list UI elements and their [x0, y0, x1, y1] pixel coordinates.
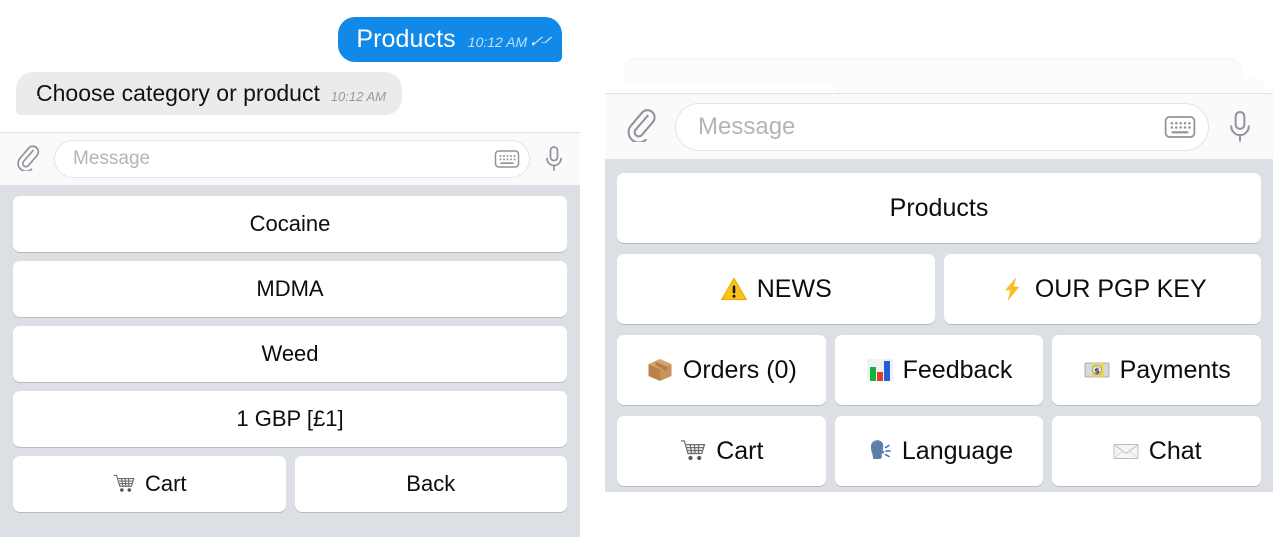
left-message-list: Products 10:12 AM✓✓ Choose category or p…	[0, 0, 580, 132]
envelope-emoji	[1112, 437, 1140, 465]
button-label: MDMA	[256, 276, 324, 301]
message-text: Choose category or product	[36, 80, 320, 106]
keyboard-button-back[interactable]: Back	[294, 456, 567, 512]
message-text: Products	[356, 25, 456, 53]
keyboard-row: Cart Back	[13, 456, 567, 512]
banknote-emoji: $	[1083, 356, 1111, 384]
warning-emoji	[720, 275, 748, 303]
keyboard-row: Products	[617, 173, 1261, 243]
button-label: Payments	[1119, 355, 1231, 384]
keyboard-button-cart[interactable]: Cart	[617, 416, 826, 486]
keyboard-button-feedback[interactable]: Feedback	[834, 335, 1044, 405]
right-message-input-bar: Message	[605, 93, 1273, 160]
message-timestamp: 10:12 AM	[330, 89, 386, 104]
keyboard-button-price[interactable]: 1 GBP [£1]	[13, 391, 567, 447]
button-label: Feedback	[902, 355, 1013, 384]
microphone-icon[interactable]	[1225, 108, 1255, 146]
right-reply-keyboard: Products NEWS OUR PGP KEY Orders (0) Fee…	[605, 160, 1273, 492]
paperclip-icon[interactable]	[623, 106, 657, 147]
paperclip-icon[interactable]	[14, 143, 40, 176]
button-label: Products	[889, 193, 989, 222]
left-message-input-bar: Message	[0, 132, 580, 186]
bubble-tail	[539, 43, 559, 63]
left-reply-keyboard: Cocaine MDMA Weed 1 GBP [£1] Cart Back	[0, 186, 580, 537]
button-label: Weed	[261, 341, 319, 366]
high-voltage-emoji	[998, 275, 1026, 303]
speaking-head-emoji	[865, 437, 893, 465]
keyboard-button-mdma[interactable]: MDMA	[13, 261, 567, 317]
keyboard-button-language[interactable]: Language	[834, 416, 1044, 486]
button-label: Cart	[144, 471, 187, 496]
keyboard-button-pgp-key[interactable]: OUR PGP KEY	[943, 254, 1261, 324]
keyboard-row: Orders (0) Feedback $ Payments	[617, 335, 1262, 405]
keyboard-row: MDMA	[13, 261, 567, 317]
package-emoji	[646, 356, 674, 384]
keyboard-button-orders[interactable]: Orders (0)	[617, 335, 826, 405]
keyboard-button-news[interactable]: NEWS	[617, 254, 935, 324]
shopping-cart-emoji	[679, 437, 707, 465]
bubble-tail	[19, 96, 39, 116]
button-label: Language	[901, 436, 1014, 465]
outgoing-message-bubble[interactable]: Products 10:12 AM✓✓	[338, 17, 562, 62]
message-timestamp: 10:12 AM✓✓	[467, 34, 550, 51]
keyboard-button-payments[interactable]: $ Payments	[1052, 335, 1262, 405]
microphone-icon[interactable]	[542, 144, 566, 174]
keyboard-row: 1 GBP [£1]	[13, 391, 567, 447]
keyboard-button-weed[interactable]: Weed	[13, 326, 567, 382]
incoming-message-bubble[interactable]: Choose category or product 10:12 AM	[16, 72, 402, 115]
button-label: Cart	[716, 436, 764, 465]
keyboard-button-chat[interactable]: Chat	[1052, 416, 1262, 486]
button-label: NEWS	[756, 274, 832, 303]
message-placeholder: Message	[698, 112, 796, 140]
keyboard-row: Cocaine	[13, 196, 567, 252]
message-placeholder: Message	[73, 148, 151, 169]
button-label: Chat	[1148, 436, 1202, 465]
keyboard-row: Cart Language Chat	[617, 416, 1262, 486]
left-message-input[interactable]: Message	[54, 140, 530, 178]
right-message-input[interactable]: Message	[675, 102, 1209, 151]
keyboard-icon[interactable]	[493, 147, 521, 171]
keyboard-row: Weed	[13, 326, 567, 382]
keyboard-button-cocaine[interactable]: Cocaine	[13, 196, 567, 252]
button-label: Cocaine	[249, 211, 331, 236]
left-chat-panel: Products 10:12 AM✓✓ Choose category or p…	[0, 0, 580, 537]
svg-text:$: $	[1094, 366, 1100, 375]
shopping-cart-emoji	[112, 472, 136, 496]
screenshot-root: Products 10:12 AM✓✓ Choose category or p…	[0, 0, 1280, 550]
keyboard-button-cart[interactable]: Cart	[13, 456, 286, 512]
button-label: Orders (0)	[682, 355, 797, 384]
keyboard-row: NEWS OUR PGP KEY	[617, 254, 1261, 324]
button-label: Back	[406, 471, 456, 496]
button-label: 1 GBP [£1]	[236, 406, 344, 431]
button-label: OUR PGP KEY	[1034, 274, 1207, 303]
keyboard-button-products[interactable]: Products	[617, 173, 1261, 243]
keyboard-icon[interactable]	[1162, 112, 1198, 142]
bar-chart-emoji	[866, 356, 894, 384]
